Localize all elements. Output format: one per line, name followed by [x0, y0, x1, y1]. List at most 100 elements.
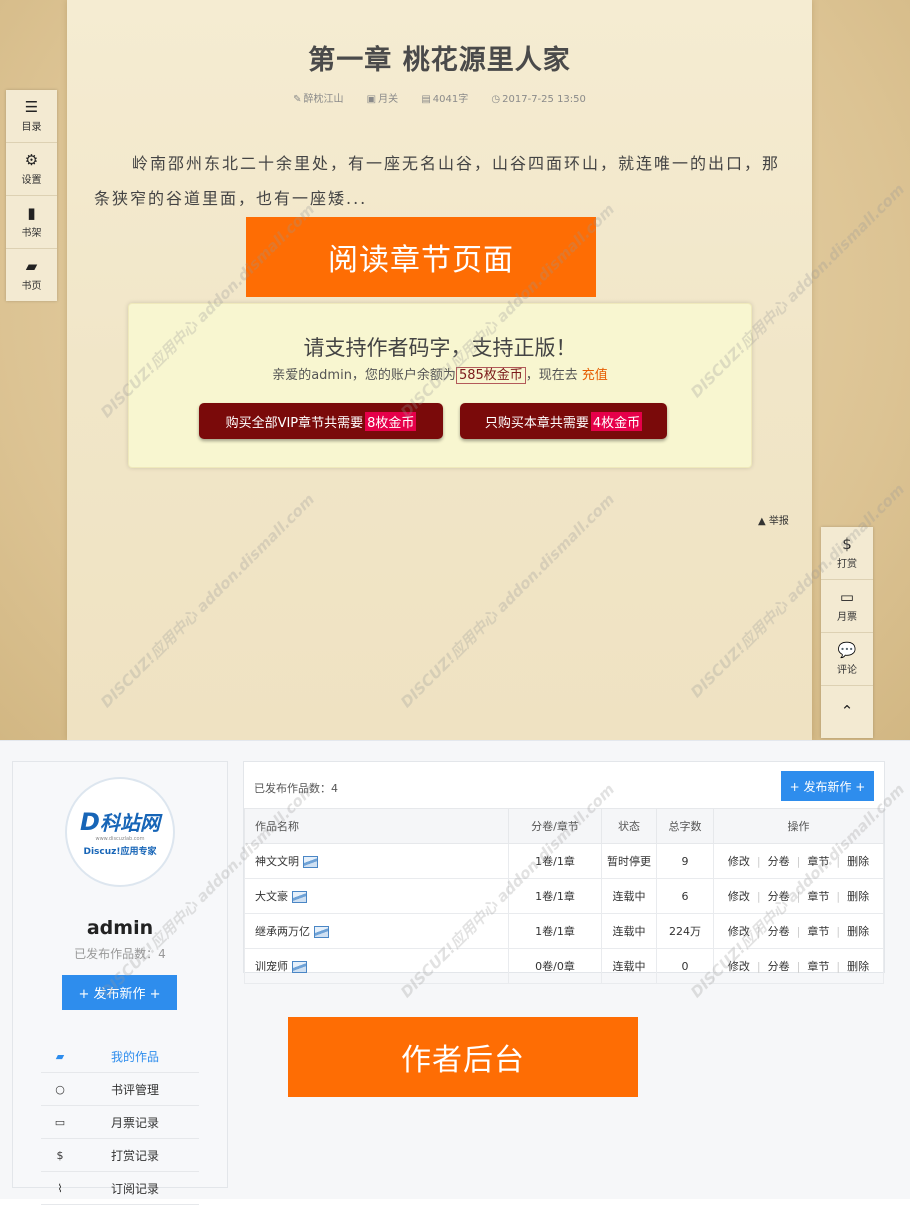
work-words: 6	[656, 878, 714, 914]
list-icon: ☰	[24, 98, 39, 116]
chapter-meta: ✎ 醉枕江山 ▣ 月关 ▤ 4041字 ◷ 2017-7-25 13:50	[67, 90, 812, 105]
scroll-top-button[interactable]: ⌃	[821, 686, 873, 738]
table-row: 训宠师 0卷/0章 连载中 0 修改 | 分卷 | 章节 | 删除	[244, 948, 884, 984]
volume-link[interactable]: 分卷	[768, 960, 790, 973]
card-icon: ▭	[54, 1115, 66, 1129]
reading-page-banner: 阅读章节页面	[246, 217, 596, 297]
chapter-link[interactable]: 章节	[807, 890, 829, 903]
balance-value: 585枚金币	[455, 367, 526, 384]
volume-link[interactable]: 分卷	[768, 890, 790, 903]
publish-new-work-button[interactable]: + 发布新作 +	[62, 975, 177, 1010]
menu-subscription-records[interactable]: ⌇ 订阅记录	[41, 1172, 199, 1205]
dollar-icon: $	[842, 535, 852, 553]
chapter-link[interactable]: 章节	[807, 960, 829, 973]
author-backend-banner: 作者后台	[288, 1017, 638, 1097]
col-status: 状态	[601, 808, 657, 844]
chapter-link[interactable]: 章节	[807, 925, 829, 938]
meta-words: ▤ 4041字	[421, 94, 469, 105]
work-name[interactable]: 神文文明	[255, 855, 299, 868]
edit-icon: ▣	[366, 94, 377, 105]
delete-link[interactable]: 删除	[847, 890, 869, 903]
table-row: 大文豪 1卷/1章 连载中 6 修改 | 分卷 | 章节 | 删除	[244, 878, 884, 914]
works-count: 已发布作品数：4	[254, 782, 338, 795]
report-link[interactable]: ▲ 举报	[758, 512, 789, 527]
work-name[interactable]: 继承两万亿	[255, 925, 310, 938]
tool-book-page[interactable]: ▰ 书页	[6, 249, 57, 301]
reader-left-toolbar: ☰ 目录 ⚙ 设置 ▮ 书架 ▰ 书页	[6, 90, 57, 301]
author-name: admin	[86, 917, 154, 939]
image-icon	[292, 961, 307, 973]
rss-icon: ⌇	[57, 1181, 63, 1195]
buy-all-price: 8枚金币	[365, 411, 417, 431]
work-actions: 修改 | 分卷 | 章节 | 删除	[713, 948, 884, 984]
menu-tip-records[interactable]: $ 打赏记录	[41, 1139, 199, 1172]
work-status: 连载中	[601, 878, 657, 914]
tool-catalog[interactable]: ☰ 目录	[6, 90, 57, 143]
work-words: 9	[656, 843, 714, 879]
book-icon: ▰	[25, 257, 38, 275]
volume-link[interactable]: 分卷	[768, 925, 790, 938]
menu-monthly-ticket-records[interactable]: ▭ 月票记录	[41, 1106, 199, 1139]
meta-author[interactable]: ✎ 醉枕江山	[293, 94, 343, 105]
comment-icon: ○	[55, 1082, 65, 1096]
tool-comment[interactable]: 💬 评论	[821, 633, 873, 686]
work-actions: 修改 | 分卷 | 章节 | 删除	[713, 913, 884, 949]
buy-chapter-button[interactable]: 只购买本章共需要 4枚金币	[460, 403, 667, 439]
chapter-link[interactable]: 章节	[807, 855, 829, 868]
image-icon	[292, 891, 307, 903]
work-actions: 修改 | 分卷 | 章节 | 删除	[713, 878, 884, 914]
col-actions: 操作	[713, 808, 884, 844]
menu-review-management[interactable]: ○ 书评管理	[41, 1073, 199, 1106]
buy-chapter-price: 4枚金币	[590, 411, 643, 431]
table-header: 作品名称 分卷/章节 状态 总字数 操作	[244, 808, 884, 844]
bookmark-icon: ▮	[27, 204, 36, 222]
logo-d-icon: D	[80, 808, 100, 836]
work-name[interactable]: 训宠师	[255, 960, 288, 973]
reader-background: 第一章 桃花源里人家 ✎ 醉枕江山 ▣ 月关 ▤ 4041字 ◷ 2017-7-25 1…	[0, 0, 910, 740]
delete-link[interactable]: 删除	[847, 925, 869, 938]
dollar-icon: $	[56, 1148, 64, 1162]
pencil-icon: ✎	[293, 94, 302, 105]
work-words: 0	[656, 948, 714, 984]
menu-my-works[interactable]: ▰ 我的作品	[41, 1040, 199, 1073]
published-count: 已发布作品数：4	[74, 947, 166, 961]
gear-icon: ⚙	[24, 151, 39, 169]
book-icon: ▰	[55, 1049, 65, 1063]
edit-link[interactable]: 修改	[728, 890, 750, 903]
image-icon	[314, 926, 329, 938]
work-chapters: 0卷/0章	[508, 948, 602, 984]
publish-new-work-button-top[interactable]: + 发布新作 +	[781, 771, 874, 801]
logo-main: D科站网	[80, 808, 160, 836]
tool-monthly-ticket[interactable]: ▭ 月票	[821, 580, 873, 633]
paywall-title: 请支持作者码字，支持正版！	[303, 336, 577, 360]
tool-tip[interactable]: $ 打赏	[821, 527, 873, 580]
work-chapters: 1卷/1章	[508, 913, 602, 949]
recharge-link[interactable]: 充值	[582, 368, 608, 383]
file-icon: ▤	[421, 94, 431, 105]
tool-settings[interactable]: ⚙ 设置	[6, 143, 57, 196]
clock-icon: ◷	[491, 94, 501, 105]
buy-all-vip-button[interactable]: 购买全部VIP章节共需要 8枚金币	[199, 403, 443, 439]
work-actions: 修改 | 分卷 | 章节 | 删除	[713, 843, 884, 879]
work-name[interactable]: 大文豪	[255, 890, 288, 903]
delete-link[interactable]: 删除	[847, 855, 869, 868]
author-menu: ▰ 我的作品 ○ 书评管理 ▭ 月票记录 $ 打赏记录 ⌇ 订阅记录	[41, 1040, 199, 1205]
chapter-title: 第一章 桃花源里人家	[308, 45, 571, 76]
volume-link[interactable]: 分卷	[768, 855, 790, 868]
comment-icon: 💬	[837, 641, 857, 659]
edit-link[interactable]: 修改	[728, 925, 750, 938]
col-name: 作品名称	[244, 808, 509, 844]
reader-right-toolbar: $ 打赏 ▭ 月票 💬 评论 ⌃	[821, 527, 873, 738]
table-row: 神文文明 1卷/1章 暂时停更 9 修改 | 分卷 | 章节 | 删除	[244, 843, 884, 879]
card-icon: ▭	[839, 588, 855, 606]
works-table: 作品名称 分卷/章节 状态 总字数 操作 神文文明 1卷/1章 暂时停更 9 修…	[244, 808, 884, 984]
table-row: 继承两万亿 1卷/1章 连载中 224万 修改 | 分卷 | 章节 | 删除	[244, 913, 884, 949]
paywall-balance-line: 亲爱的admin，您的账户余额为 585枚金币 ，现在去 充值	[272, 367, 608, 384]
edit-link[interactable]: 修改	[728, 855, 750, 868]
tool-bookshelf[interactable]: ▮ 书架	[6, 196, 57, 249]
meta-volume[interactable]: ▣ 月关	[367, 94, 398, 105]
author-dashboard: D科站网 www.discuzlab.com Discuz!应用专家 admin…	[0, 740, 910, 1205]
delete-link[interactable]: 删除	[847, 960, 869, 973]
work-status: 连载中	[601, 948, 657, 984]
edit-link[interactable]: 修改	[728, 960, 750, 973]
